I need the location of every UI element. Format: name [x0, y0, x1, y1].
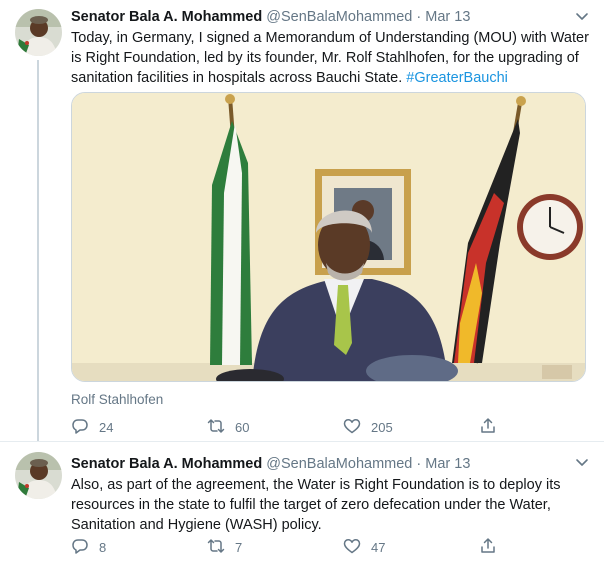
share-button[interactable] [479, 537, 507, 557]
tweet-actions: 8 7 47 [71, 537, 511, 557]
retweet-button[interactable]: 60 [207, 417, 249, 437]
tweet-date[interactable]: Mar 13 [425, 456, 470, 472]
tweet-actions: 24 60 205 [71, 417, 511, 437]
share-icon [479, 417, 507, 438]
retweet-count: 60 [235, 419, 250, 435]
reply-count: 8 [99, 539, 107, 555]
heart-icon [343, 537, 371, 558]
separator: · [416, 9, 422, 25]
chevron-down-icon[interactable] [574, 8, 590, 24]
like-button[interactable]: 47 [343, 537, 385, 557]
tweet-header: Senator Bala A. Mohammed @SenBalaMohamme… [71, 8, 470, 26]
tweet[interactable]: Senator Bala A. Mohammed @SenBalaMohamme… [0, 441, 604, 561]
tweet-text: Today, in Germany, I signed a Memorandum… [71, 28, 589, 88]
tweet-body: Today, in Germany, I signed a Memorandum… [71, 30, 589, 86]
reply-icon [71, 417, 99, 438]
retweet-icon [207, 417, 235, 438]
reply-icon [71, 537, 99, 558]
tweet-text: Also, as part of the agreement, the Wate… [71, 477, 561, 533]
reply-button[interactable]: 24 [71, 417, 113, 437]
heart-icon [343, 417, 371, 438]
display-name[interactable]: Senator Bala A. Mohammed [71, 456, 262, 472]
username[interactable]: @SenBalaMohammed [266, 456, 412, 472]
share-button[interactable] [479, 417, 507, 437]
reply-count: 24 [99, 419, 114, 435]
hashtag-link[interactable]: #GreaterBauchi [406, 70, 508, 86]
chevron-down-icon[interactable] [574, 454, 590, 470]
avatar[interactable] [15, 9, 62, 56]
separator: · [416, 456, 422, 472]
tweet[interactable]: Senator Bala A. Mohammed @SenBalaMohamme… [0, 0, 604, 441]
tweet-photo[interactable] [71, 92, 586, 382]
username[interactable]: @SenBalaMohammed [266, 9, 412, 25]
display-name[interactable]: Senator Bala A. Mohammed [71, 9, 262, 25]
share-icon [479, 537, 507, 558]
retweet-icon [207, 537, 235, 558]
tweet-header: Senator Bala A. Mohammed @SenBalaMohamme… [71, 455, 470, 473]
retweet-button[interactable]: 7 [207, 537, 242, 557]
retweet-count: 7 [235, 539, 243, 555]
like-button[interactable]: 205 [343, 417, 393, 437]
like-count: 47 [371, 539, 386, 555]
thread-line [37, 60, 39, 441]
tweet-date[interactable]: Mar 13 [425, 9, 470, 25]
reply-button[interactable]: 8 [71, 537, 106, 557]
media-credit[interactable]: Rolf Stahlhofen [71, 391, 163, 409]
avatar[interactable] [15, 452, 62, 499]
like-count: 205 [371, 419, 393, 435]
